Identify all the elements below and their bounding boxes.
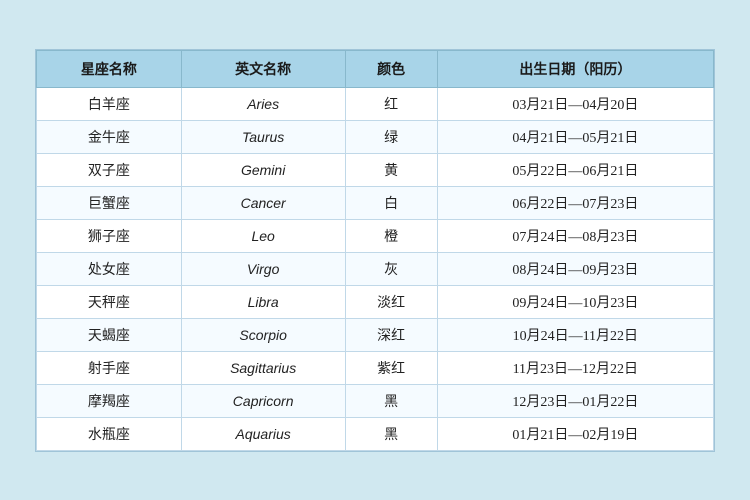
cell-chinese-name: 金牛座 <box>37 120 182 153</box>
table-row: 摩羯座Capricorn黑12月23日—01月22日 <box>37 384 714 417</box>
cell-english-name: Virgo <box>181 252 345 285</box>
cell-english-name: Sagittarius <box>181 351 345 384</box>
cell-english-name: Aries <box>181 87 345 120</box>
cell-chinese-name: 处女座 <box>37 252 182 285</box>
table-row: 金牛座Taurus绿04月21日—05月21日 <box>37 120 714 153</box>
cell-color: 白 <box>345 186 437 219</box>
cell-dates: 05月22日—06月21日 <box>437 153 713 186</box>
zodiac-table: 星座名称 英文名称 颜色 出生日期（阳历） 白羊座Aries红03月21日—04… <box>36 50 714 451</box>
table-body: 白羊座Aries红03月21日—04月20日金牛座Taurus绿04月21日—0… <box>37 87 714 450</box>
cell-english-name: Aquarius <box>181 417 345 450</box>
cell-dates: 08月24日—09月23日 <box>437 252 713 285</box>
cell-chinese-name: 狮子座 <box>37 219 182 252</box>
cell-dates: 04月21日—05月21日 <box>437 120 713 153</box>
cell-dates: 07月24日—08月23日 <box>437 219 713 252</box>
cell-english-name: Taurus <box>181 120 345 153</box>
cell-dates: 12月23日—01月22日 <box>437 384 713 417</box>
cell-dates: 09月24日—10月23日 <box>437 285 713 318</box>
cell-chinese-name: 摩羯座 <box>37 384 182 417</box>
cell-english-name: Capricorn <box>181 384 345 417</box>
table-row: 天蝎座Scorpio深红10月24日—11月22日 <box>37 318 714 351</box>
cell-dates: 11月23日—12月22日 <box>437 351 713 384</box>
table-row: 天秤座Libra淡红09月24日—10月23日 <box>37 285 714 318</box>
header-color: 颜色 <box>345 50 437 87</box>
table-row: 处女座Virgo灰08月24日—09月23日 <box>37 252 714 285</box>
table-row: 巨蟹座Cancer白06月22日—07月23日 <box>37 186 714 219</box>
cell-english-name: Gemini <box>181 153 345 186</box>
cell-dates: 10月24日—11月22日 <box>437 318 713 351</box>
header-chinese-name: 星座名称 <box>37 50 182 87</box>
header-birth-date: 出生日期（阳历） <box>437 50 713 87</box>
cell-chinese-name: 射手座 <box>37 351 182 384</box>
cell-english-name: Scorpio <box>181 318 345 351</box>
cell-english-name: Cancer <box>181 186 345 219</box>
cell-color: 黄 <box>345 153 437 186</box>
table-row: 水瓶座Aquarius黑01月21日—02月19日 <box>37 417 714 450</box>
cell-chinese-name: 双子座 <box>37 153 182 186</box>
cell-color: 灰 <box>345 252 437 285</box>
cell-color: 淡红 <box>345 285 437 318</box>
table-row: 射手座Sagittarius紫红11月23日—12月22日 <box>37 351 714 384</box>
cell-english-name: Libra <box>181 285 345 318</box>
table-row: 狮子座Leo橙07月24日—08月23日 <box>37 219 714 252</box>
table-row: 双子座Gemini黄05月22日—06月21日 <box>37 153 714 186</box>
cell-english-name: Leo <box>181 219 345 252</box>
cell-chinese-name: 天蝎座 <box>37 318 182 351</box>
table-row: 白羊座Aries红03月21日—04月20日 <box>37 87 714 120</box>
table-header-row: 星座名称 英文名称 颜色 出生日期（阳历） <box>37 50 714 87</box>
cell-color: 深红 <box>345 318 437 351</box>
cell-color: 黑 <box>345 417 437 450</box>
cell-chinese-name: 天秤座 <box>37 285 182 318</box>
cell-chinese-name: 巨蟹座 <box>37 186 182 219</box>
cell-chinese-name: 水瓶座 <box>37 417 182 450</box>
cell-dates: 06月22日—07月23日 <box>437 186 713 219</box>
cell-dates: 01月21日—02月19日 <box>437 417 713 450</box>
cell-color: 黑 <box>345 384 437 417</box>
cell-color: 橙 <box>345 219 437 252</box>
cell-chinese-name: 白羊座 <box>37 87 182 120</box>
header-english-name: 英文名称 <box>181 50 345 87</box>
cell-color: 紫红 <box>345 351 437 384</box>
cell-color: 绿 <box>345 120 437 153</box>
cell-color: 红 <box>345 87 437 120</box>
zodiac-table-container: 星座名称 英文名称 颜色 出生日期（阳历） 白羊座Aries红03月21日—04… <box>35 49 715 452</box>
cell-dates: 03月21日—04月20日 <box>437 87 713 120</box>
